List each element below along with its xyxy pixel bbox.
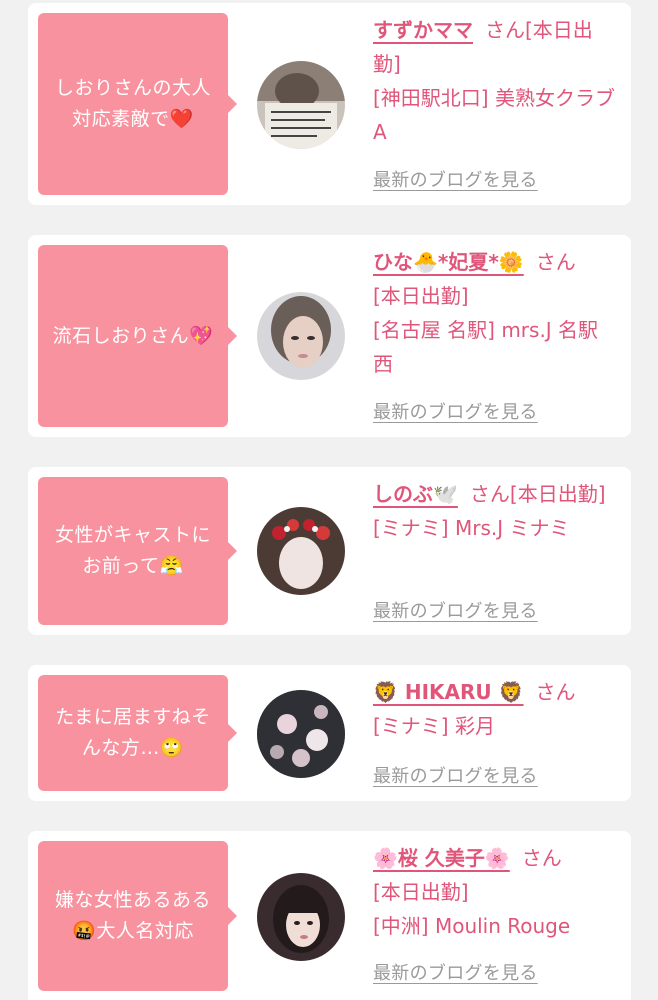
san-label: さん bbox=[485, 18, 525, 42]
cast-card: たまに居ますねそんな方…🙄 🦁 HIKARU 🦁 さん [ミナミ] 彩月 最新のブ… bbox=[28, 665, 631, 801]
shop-label: [ミナミ] Mrs.J ミナミ bbox=[373, 516, 570, 540]
shop-label: [神田駅北口] 美熟女クラブA bbox=[373, 86, 615, 144]
comment-bubble: 女性がキャストにお前って😤 bbox=[38, 477, 237, 625]
latest-blog-link[interactable]: 最新のブログを見る bbox=[373, 959, 538, 985]
cast-info: すずかママ さん[本日出勤] [神田駅北口] 美熟女クラブA bbox=[373, 13, 618, 149]
cast-name-link[interactable]: しのぶ🕊️ bbox=[373, 482, 458, 506]
cast-info: ひな🐣*妃夏*🌼 さん [本日出勤] [名古屋 名駅] mrs.J 名駅西 bbox=[373, 245, 618, 381]
cast-name-link[interactable]: 🦁 HIKARU 🦁 bbox=[373, 680, 524, 704]
comment-bubble: 嫌な女性あるある🤬大人名対応 bbox=[38, 841, 237, 991]
comment-bubble: 流石しおりさん💖 bbox=[38, 245, 237, 427]
san-label: さん bbox=[535, 680, 576, 704]
san-label: さん bbox=[521, 846, 562, 870]
san-label: さん bbox=[535, 250, 576, 274]
cast-comment-list: しおりさんの大人対応素敵で❤️ すずかママ さん[本日出勤] [神田駅北口] 美熟… bbox=[0, 0, 658, 1000]
avatar[interactable] bbox=[257, 690, 345, 778]
avatar[interactable] bbox=[257, 507, 345, 595]
comment-bubble: しおりさんの大人対応素敵で❤️ bbox=[38, 13, 237, 195]
shop-label: [名古屋 名駅] mrs.J 名駅西 bbox=[373, 318, 599, 376]
avatar-photo-icon bbox=[257, 873, 345, 961]
cast-info: 🦁 HIKARU 🦁 さん [ミナミ] 彩月 bbox=[373, 675, 618, 743]
cast-info: 🌸桜 久美子🌸 さん [本日出勤] [中洲] Moulin Rouge bbox=[373, 841, 618, 943]
comment-text: しおりさんの大人対応素敵で❤️ bbox=[54, 77, 211, 130]
comment-text: 流石しおりさん💖 bbox=[52, 324, 214, 347]
latest-blog-link[interactable]: 最新のブログを見る bbox=[373, 166, 538, 192]
cast-name-link[interactable]: ひな🐣*妃夏*🌼 bbox=[373, 250, 524, 274]
shop-label: [ミナミ] 彩月 bbox=[373, 714, 495, 738]
latest-blog-link[interactable]: 最新のブログを見る bbox=[373, 762, 538, 788]
avatar-photo-icon bbox=[257, 292, 345, 380]
status-label: [本日出勤] bbox=[373, 880, 469, 904]
avatar[interactable] bbox=[257, 873, 345, 961]
latest-blog-link[interactable]: 最新のブログを見る bbox=[373, 398, 538, 424]
cast-card: しおりさんの大人対応素敵で❤️ すずかママ さん[本日出勤] [神田駅北口] 美熟… bbox=[28, 3, 631, 205]
comment-text: 嫌な女性あるある🤬大人名対応 bbox=[54, 889, 211, 942]
cast-info: しのぶ🕊️ さん[本日出勤] [ミナミ] Mrs.J ミナミ bbox=[373, 477, 618, 545]
status-label: [本日出勤] bbox=[509, 482, 606, 506]
avatar[interactable] bbox=[257, 61, 345, 149]
avatar-photo-icon bbox=[257, 61, 345, 149]
avatar[interactable] bbox=[257, 292, 345, 380]
cast-name-link[interactable]: 🌸桜 久美子🌸 bbox=[373, 846, 510, 870]
avatar-photo-icon bbox=[257, 690, 345, 778]
san-label: さん bbox=[469, 482, 510, 506]
status-label: [本日出勤] bbox=[373, 284, 469, 308]
comment-text: たまに居ますねそんな方…🙄 bbox=[55, 706, 211, 759]
cast-card: 流石しおりさん💖 ひな🐣*妃夏*🌼 さん [本日出勤] [名古屋 名駅] mrs.… bbox=[28, 235, 631, 437]
shop-label: [中洲] Moulin Rouge bbox=[373, 914, 571, 938]
avatar-photo-icon bbox=[257, 507, 345, 595]
latest-blog-link[interactable]: 最新のブログを見る bbox=[373, 597, 538, 623]
cast-name-link[interactable]: すずかママ bbox=[373, 18, 473, 42]
cast-card: 嫌な女性あるある🤬大人名対応 🌸桜 久美子🌸 さん [本日出勤] [中洲] Mou… bbox=[28, 831, 631, 1000]
comment-bubble: たまに居ますねそんな方…🙄 bbox=[38, 675, 237, 791]
cast-card: 女性がキャストにお前って😤 しのぶ🕊️ さん[本日出勤] [ミナミ] Mrs.J … bbox=[28, 467, 631, 635]
comment-text: 女性がキャストにお前って😤 bbox=[54, 524, 211, 577]
